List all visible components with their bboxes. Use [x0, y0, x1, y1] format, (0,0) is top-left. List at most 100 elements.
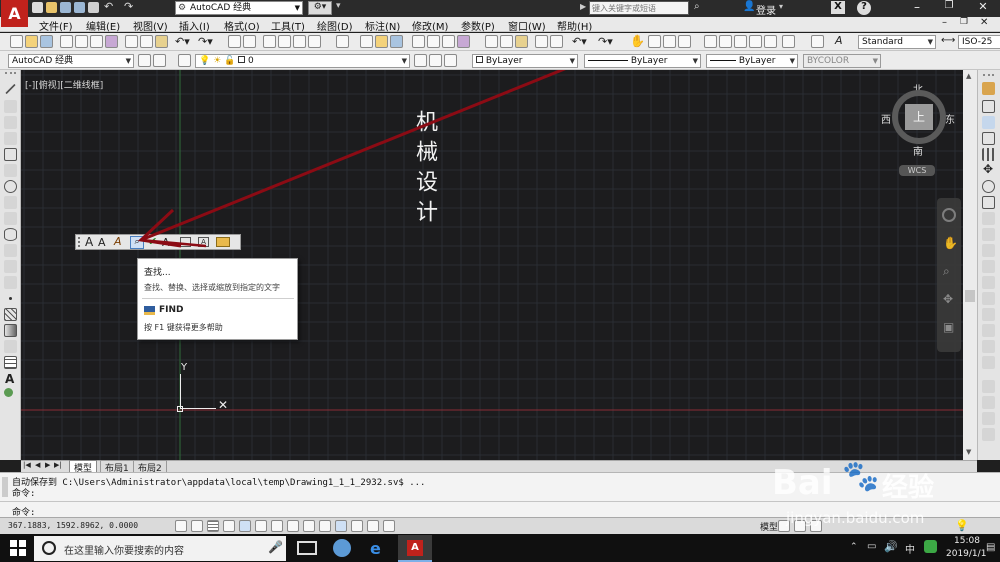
make-block-icon[interactable]: [4, 276, 17, 289]
nav-pan-icon[interactable]: ✋: [943, 236, 958, 250]
steering-wheel-icon[interactable]: [942, 208, 956, 222]
workspace-switcher[interactable]: ⚙ AutoCAD 经典 ▼: [175, 1, 303, 15]
minimize-button[interactable]: –: [902, 0, 932, 16]
ellipse-arc-icon[interactable]: [4, 244, 17, 257]
copy-icon[interactable]: [140, 35, 153, 48]
properties-icon[interactable]: [263, 35, 276, 48]
ortho-mode-icon[interactable]: [223, 520, 235, 532]
block-editor-icon[interactable]: [550, 35, 563, 48]
snap-mode-icon[interactable]: [191, 520, 203, 532]
stretch-icon[interactable]: [982, 212, 995, 225]
justify-text-icon[interactable]: A: [198, 237, 209, 247]
workspace-combo[interactable]: AutoCAD 经典 ▼: [8, 54, 134, 68]
spell-check-icon[interactable]: ✔: [148, 235, 157, 248]
tab-first-icon[interactable]: |◀: [23, 461, 31, 469]
scale-text-icon[interactable]: [180, 237, 191, 247]
text-toolbar-grip[interactable]: [78, 237, 81, 247]
menu-insert[interactable]: 插入(I): [179, 18, 210, 33]
scroll-thumb[interactable]: [965, 290, 975, 302]
properties-icon-2[interactable]: [704, 35, 717, 48]
menu-format[interactable]: 格式(O): [224, 18, 260, 33]
transparency-icon[interactable]: [351, 520, 363, 532]
nav-showmotion-icon[interactable]: ▣: [943, 320, 954, 334]
network-icon[interactable]: ▭: [867, 541, 876, 552]
scale-icon[interactable]: [982, 196, 995, 209]
menu-window[interactable]: 窗口(W): [508, 18, 546, 33]
qnew-icon[interactable]: [10, 35, 23, 48]
3d-object-snap-icon[interactable]: [271, 520, 283, 532]
copy-icon-2[interactable]: [500, 35, 513, 48]
markup-icon[interactable]: [764, 35, 777, 48]
circle-icon[interactable]: [4, 180, 17, 193]
calculator-icon-2[interactable]: [782, 35, 795, 48]
add-selected-icon[interactable]: [4, 388, 13, 397]
color-combo[interactable]: ByLayer ▼: [472, 54, 578, 68]
rotate-icon[interactable]: [982, 180, 995, 193]
ime-indicator[interactable]: 中: [905, 541, 915, 556]
calculator-icon[interactable]: [336, 35, 349, 48]
tab-prev-icon[interactable]: ◀: [35, 461, 40, 469]
match-properties-icon[interactable]: [535, 35, 548, 48]
menu-dimension[interactable]: 标注(N): [365, 18, 400, 33]
point-icon[interactable]: [4, 292, 17, 305]
paste-icon[interactable]: [155, 35, 168, 48]
qnew-icon-2[interactable]: [360, 35, 373, 48]
redo-icon[interactable]: ↷: [124, 0, 133, 13]
layer-states-icon[interactable]: [444, 54, 457, 67]
grid-display-icon[interactable]: [207, 520, 219, 532]
sheet-set-icon-2[interactable]: [749, 35, 762, 48]
insert-block-icon[interactable]: [4, 260, 17, 273]
find-replace-icon[interactable]: ⌕: [130, 236, 144, 249]
pan-icon[interactable]: [228, 35, 241, 48]
zoom-realtime-icon[interactable]: [648, 35, 661, 48]
move-icon[interactable]: ✥: [983, 162, 993, 176]
menu-file[interactable]: 文件(F): [39, 18, 73, 33]
volume-icon[interactable]: 🔊: [884, 540, 898, 553]
publish-icon[interactable]: [90, 35, 103, 48]
exchange-icon[interactable]: X: [831, 1, 845, 14]
make-current-layer-icon[interactable]: [414, 54, 427, 67]
menu-tools[interactable]: 工具(T): [271, 18, 305, 33]
viewcube-west[interactable]: 西: [881, 111, 891, 126]
coordinate-readout[interactable]: 367.1883, 1592.8962, 0.0000: [8, 521, 138, 530]
single-line-text-button[interactable]: A: [98, 236, 106, 249]
pan-hand-icon[interactable]: ✋: [630, 34, 645, 48]
table-icon[interactable]: [4, 356, 17, 369]
help-icon[interactable]: [811, 35, 824, 48]
menu-view[interactable]: 视图(V): [133, 18, 168, 33]
menu-draw[interactable]: 绘图(D): [317, 18, 353, 33]
arc-icon[interactable]: [4, 164, 17, 177]
open-icon-2[interactable]: [375, 35, 388, 48]
new-file-icon[interactable]: [32, 2, 43, 13]
plot-icon-2[interactable]: [412, 35, 425, 48]
windows-start-icon[interactable]: [10, 540, 26, 556]
modify-extra-2-icon[interactable]: [982, 396, 995, 409]
menu-modify[interactable]: 修改(M): [412, 18, 448, 33]
tool-palettes-icon-2[interactable]: [734, 35, 747, 48]
text-style-combo[interactable]: Standard ▼: [858, 35, 936, 49]
hatch-icon[interactable]: [4, 308, 17, 321]
polar-tracking-icon[interactable]: [239, 520, 251, 532]
overflow-icon[interactable]: ▾: [336, 1, 341, 11]
save-icon[interactable]: [40, 35, 53, 48]
selection-cycling-icon[interactable]: [383, 520, 395, 532]
workspace-settings-icon[interactable]: [138, 54, 151, 67]
clock-date[interactable]: 2019/1/1: [946, 549, 986, 559]
login-dropdown-icon[interactable]: ▾: [779, 2, 783, 11]
copy-object-icon[interactable]: [982, 100, 995, 113]
save-as-icon[interactable]: [74, 2, 85, 13]
edit-text-button[interactable]: A: [114, 235, 122, 248]
save-icon[interactable]: [60, 2, 71, 13]
print-icon[interactable]: [88, 2, 99, 13]
design-center-icon[interactable]: [278, 35, 291, 48]
doc-close-button[interactable]: ✕: [980, 17, 988, 28]
tray-up-arrow-icon[interactable]: ⌃: [850, 542, 858, 552]
infer-constraints-icon[interactable]: [175, 520, 187, 532]
tab-next-icon[interactable]: ▶: [45, 461, 50, 469]
toolbar-grip[interactable]: [5, 72, 16, 74]
blend-curves-icon[interactable]: [982, 340, 995, 353]
menu-help[interactable]: 帮助(H): [557, 18, 592, 33]
redo-icon[interactable]: ↷▾: [198, 35, 213, 48]
viewcube-east[interactable]: 东: [945, 111, 955, 126]
fillet-icon[interactable]: [982, 324, 995, 337]
